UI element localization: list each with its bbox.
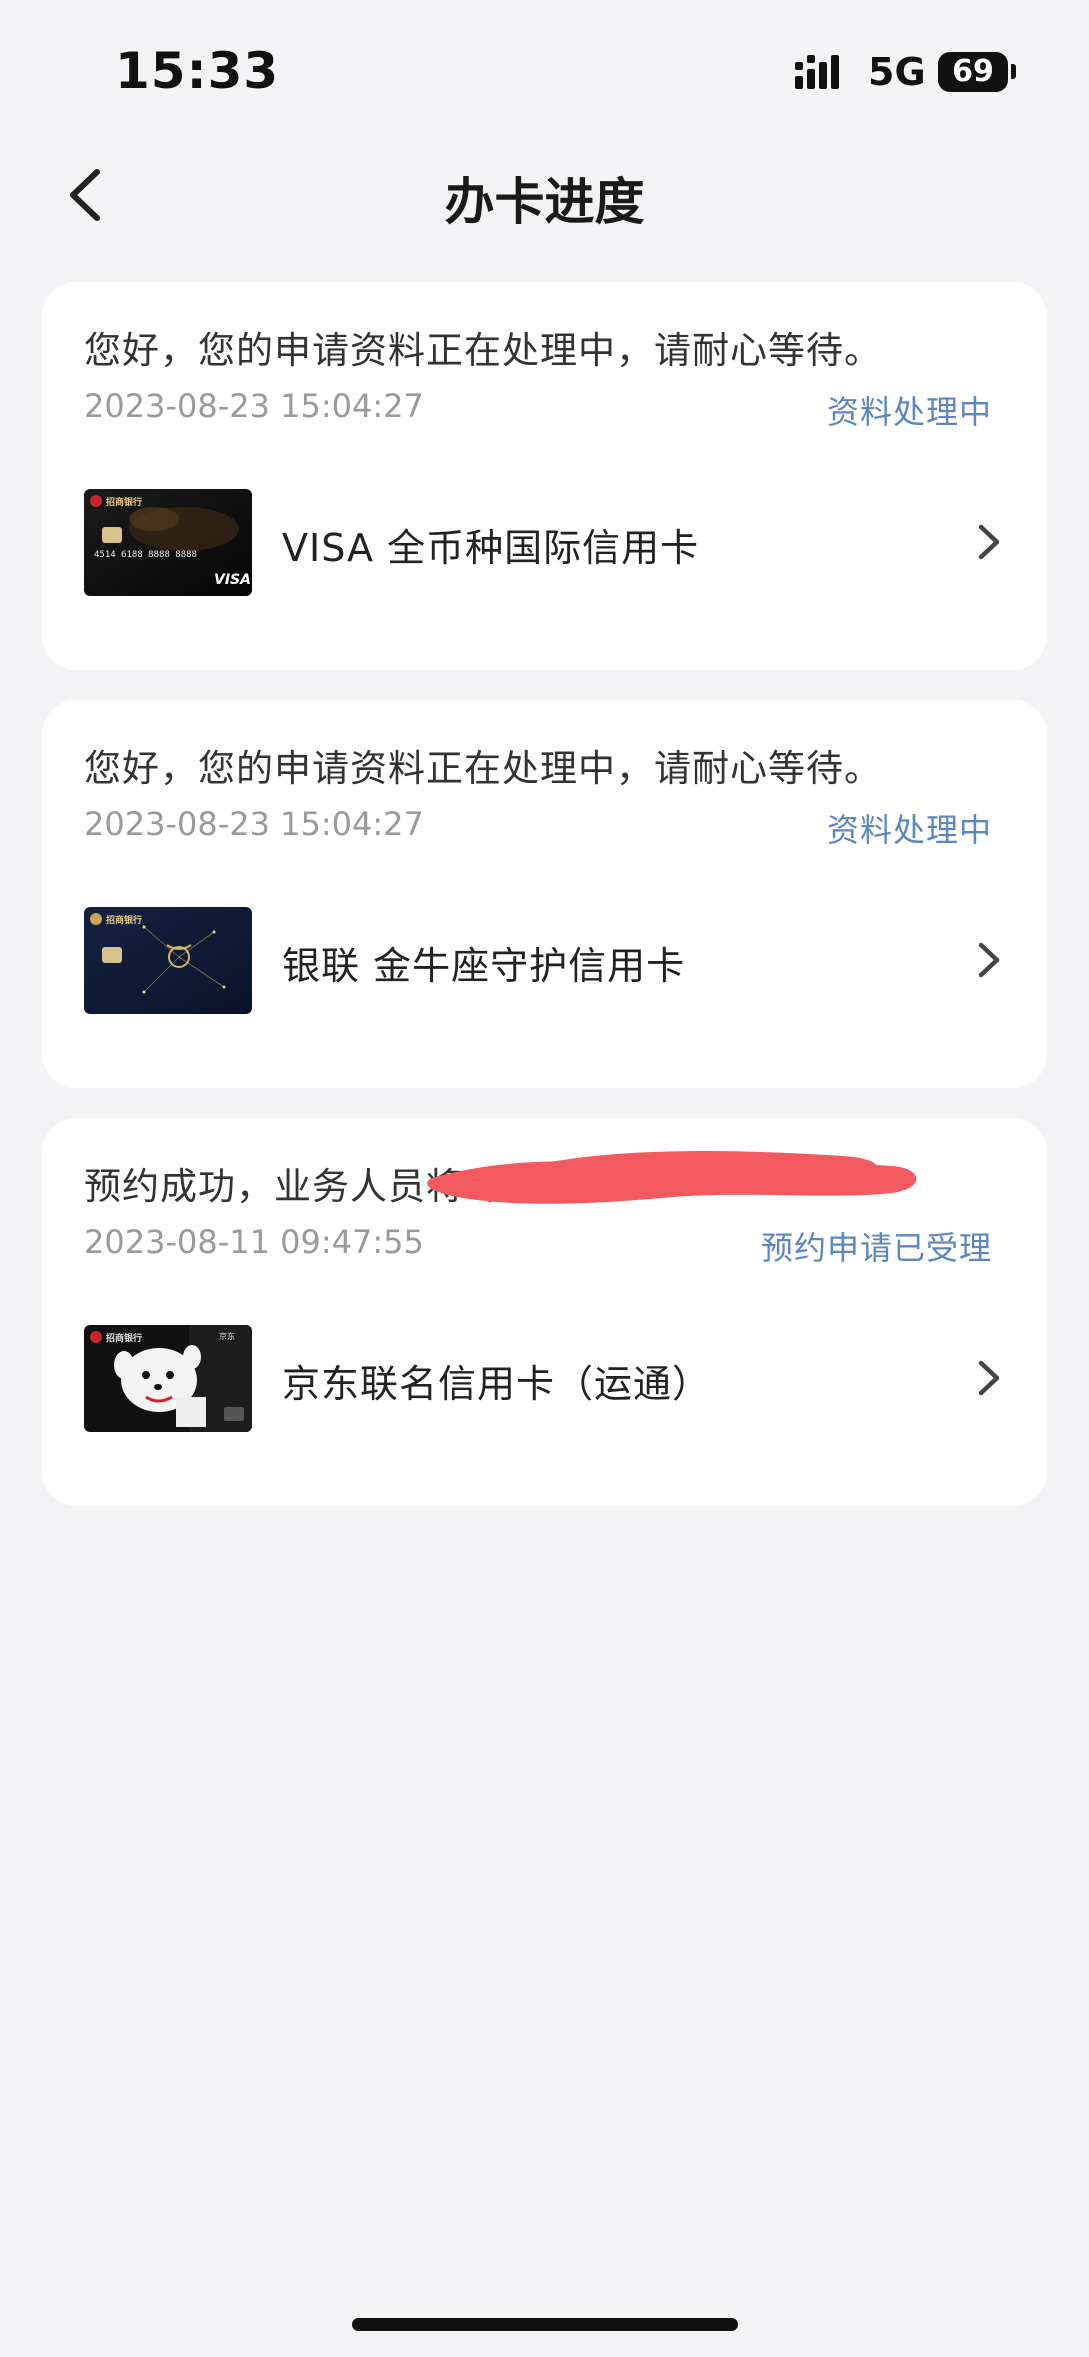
card-name: VISA 全币种国际信用卡 <box>282 526 700 570</box>
card-name: 银联 金牛座守护信用卡 <box>282 944 686 988</box>
card-name: 京东联名信用卡（运通） <box>282 1362 712 1406</box>
back-arrow-icon[interactable] <box>55 160 125 230</box>
taurus-card-image: 招商银行 <box>84 907 252 1014</box>
application-date: 2023-08-23 15:04:27 <box>84 387 424 425</box>
visa-logo-text: VISA <box>214 572 251 588</box>
chevron-right-icon <box>978 524 1000 560</box>
application-date: 2023-08-23 15:04:27 <box>84 805 424 843</box>
home-indicator[interactable] <box>352 2318 738 2331</box>
jd-card-image: 招商银行 京东 <box>84 1325 252 1432</box>
bank-logo-text: 招商银行 <box>106 496 142 508</box>
bank-logo-text: 招商银行 <box>106 1332 142 1344</box>
chevron-right-icon <box>978 1360 1000 1396</box>
status-time: 15:33 <box>115 42 280 100</box>
cellular-signal-icon <box>795 55 839 89</box>
nav-bar: 办卡进度 <box>0 150 1089 240</box>
application-status: 预约申请已受理 <box>760 1229 992 1267</box>
application-list: 您好，您的申请资料正在处理中，请耐心等待。 2023-08-23 15:04:2… <box>42 282 1047 1536</box>
status-bar: 15:33 5G 69 <box>0 0 1089 140</box>
application-date: 2023-08-11 09:47:55 <box>84 1223 424 1261</box>
bank-logo-text: 招商银行 <box>106 914 142 926</box>
redaction-scribble <box>427 1151 917 1204</box>
card-number-text: 4514 6188 8888 8888 <box>94 550 197 560</box>
chevron-right-icon <box>978 942 1000 978</box>
card-product-row[interactable]: 招商银行 银联 金牛座守护信用卡 <box>84 907 1005 1017</box>
application-status: 资料处理中 <box>826 811 992 849</box>
application-card: 您好，您的申请资料正在处理中，请耐心等待。 2023-08-23 15:04:2… <box>42 282 1047 670</box>
battery-cap <box>1011 64 1016 79</box>
page-title: 办卡进度 <box>444 173 645 231</box>
visa-card-image: 招商银行 4514 6188 8888 8888 VISA <box>84 489 252 596</box>
application-message: 您好，您的申请资料正在处理中，请耐心等待。 <box>84 329 882 372</box>
application-status: 资料处理中 <box>826 393 992 431</box>
card-product-row[interactable]: 招商银行 4514 6188 8888 8888 VISA VISA 全币种国际… <box>84 489 1005 599</box>
jd-logo-text: 京东 <box>219 1331 235 1341</box>
network-type: 5G <box>868 50 926 94</box>
battery-icon: 69 <box>938 52 1008 92</box>
application-card: 您好，您的申请资料正在处理中，请耐心等待。 2023-08-23 15:04:2… <box>42 700 1047 1088</box>
application-message: 您好，您的申请资料正在处理中，请耐心等待。 <box>84 747 882 790</box>
card-product-row[interactable]: 招商银行 京东 京东联名信用卡（运通） <box>84 1325 1005 1435</box>
application-card: 预约成功，业务人员将尽快… 2023-08-11 09:47:55 预约申请已受… <box>42 1118 1047 1506</box>
battery-level: 69 <box>952 54 994 89</box>
